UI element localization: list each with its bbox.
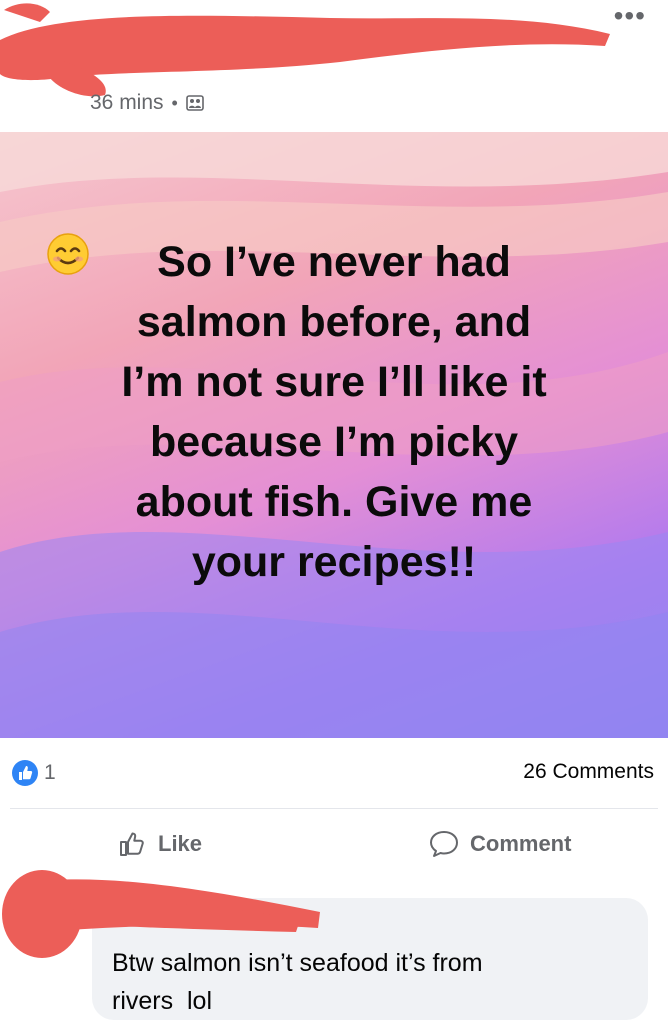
like-label: Like xyxy=(158,831,203,856)
friends-icon[interactable] xyxy=(186,95,204,111)
thumbs-up-icon xyxy=(120,832,144,856)
like-count: 1 xyxy=(44,761,56,784)
reaction-summary[interactable]: 1 xyxy=(12,760,56,786)
post-background: So I’ve never had salmon before, and I’m… xyxy=(0,132,668,738)
post-text-line: I’m not sure I’ll like it xyxy=(121,358,547,406)
post-text-line-last: your recipes!! xyxy=(40,233,628,592)
stats-divider xyxy=(10,808,658,809)
post-text-line: because I’m picky xyxy=(149,418,519,466)
like-button[interactable]: Like xyxy=(118,826,202,862)
post-header: ••• 36 mins • xyxy=(0,0,668,132)
more-options-icon[interactable]: ••• xyxy=(614,2,646,30)
comment-icon xyxy=(430,831,458,857)
comments-count[interactable]: 26 Comments xyxy=(523,760,654,784)
post-text-line: So I’ve never had xyxy=(157,238,511,286)
post-text: So I’ve never had salmon before, and I’m… xyxy=(40,232,628,592)
comment-label: Comment xyxy=(470,831,572,856)
meta-separator: • xyxy=(171,92,178,113)
comment-line: Btw salmon isn’t seafood it’s from xyxy=(112,949,483,977)
comment-button[interactable]: Comment xyxy=(428,826,571,862)
comment-text: Btw salmon isn’t seafood it’s from river… xyxy=(112,944,632,1020)
post-text-line: about fish. Give me xyxy=(135,478,533,526)
post-text-line: your recipes!! xyxy=(191,538,477,586)
post-meta: 36 mins • xyxy=(90,90,204,116)
post-time: 36 mins xyxy=(90,91,164,114)
smiling-face-icon xyxy=(47,233,89,275)
comment-line: rivers lol xyxy=(112,987,213,1015)
like-reaction-icon xyxy=(12,760,38,786)
post-text-line: salmon before, and xyxy=(136,298,532,346)
